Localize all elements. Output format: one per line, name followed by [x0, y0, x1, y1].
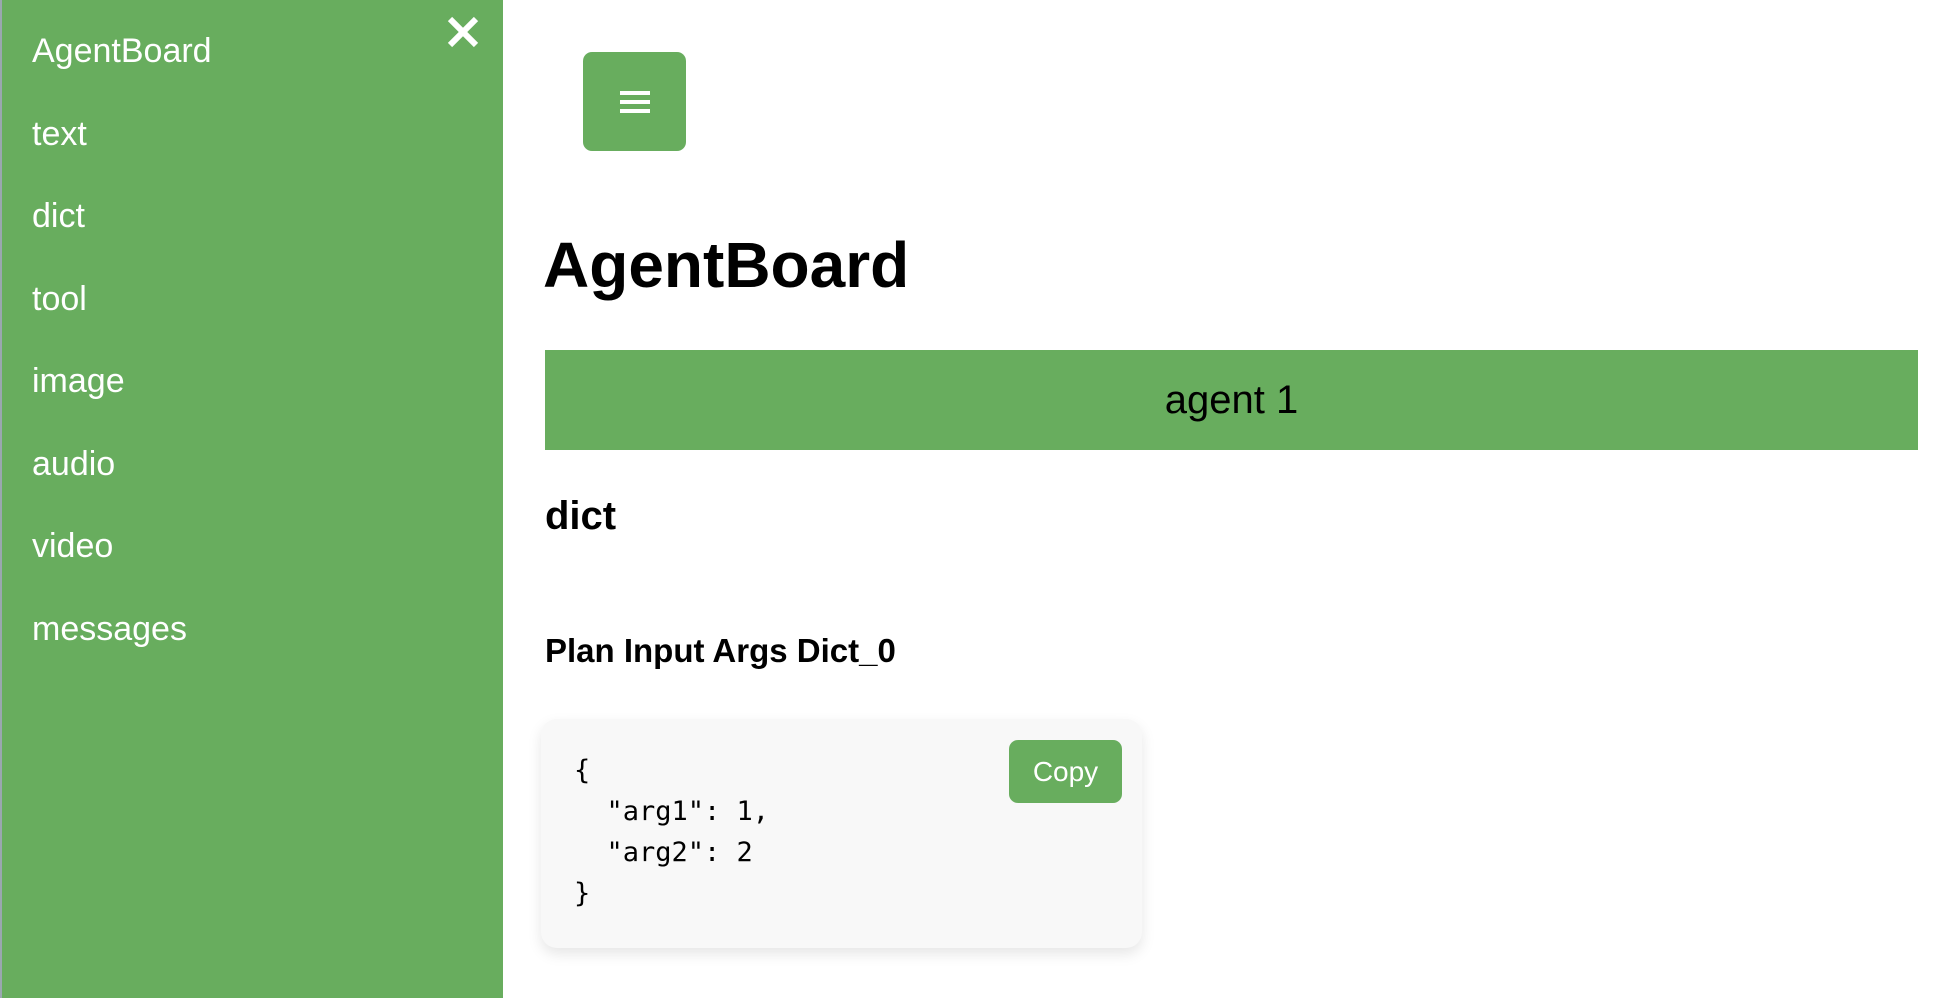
- sidebar-item-tool[interactable]: tool: [32, 273, 212, 356]
- sidebar-item-audio[interactable]: audio: [32, 438, 212, 521]
- sidebar-item-dict[interactable]: dict: [32, 190, 212, 273]
- menu-toggle-button[interactable]: [583, 52, 686, 151]
- close-sidebar-button[interactable]: [445, 14, 481, 50]
- code-block: { "arg1": 1, "arg2": 2 } Copy: [541, 719, 1142, 948]
- sidebar-item-text[interactable]: text: [32, 108, 212, 191]
- copy-button[interactable]: Copy: [1009, 740, 1122, 803]
- sidebar: AgentBoard text dict tool image audio vi…: [0, 0, 503, 998]
- section-title: dict: [545, 494, 617, 538]
- sidebar-item-video[interactable]: video: [32, 520, 212, 603]
- agent-header: agent 1: [545, 350, 1918, 450]
- sidebar-item-agentboard[interactable]: AgentBoard: [32, 25, 212, 108]
- page-title: AgentBoard: [543, 229, 910, 301]
- code-content: { "arg1": 1, "arg2": 2 }: [574, 755, 770, 909]
- sidebar-item-image[interactable]: image: [32, 355, 212, 438]
- main-content: AgentBoard agent 1 dict Plan Input Args …: [503, 0, 1940, 998]
- item-title: Plan Input Args Dict_0: [545, 632, 896, 669]
- agent-label: agent 1: [1164, 377, 1299, 422]
- sidebar-nav: AgentBoard text dict tool image audio vi…: [32, 25, 212, 685]
- hamburger-menu-icon: [619, 90, 650, 113]
- close-icon: [447, 16, 479, 48]
- sidebar-item-messages[interactable]: messages: [32, 603, 212, 686]
